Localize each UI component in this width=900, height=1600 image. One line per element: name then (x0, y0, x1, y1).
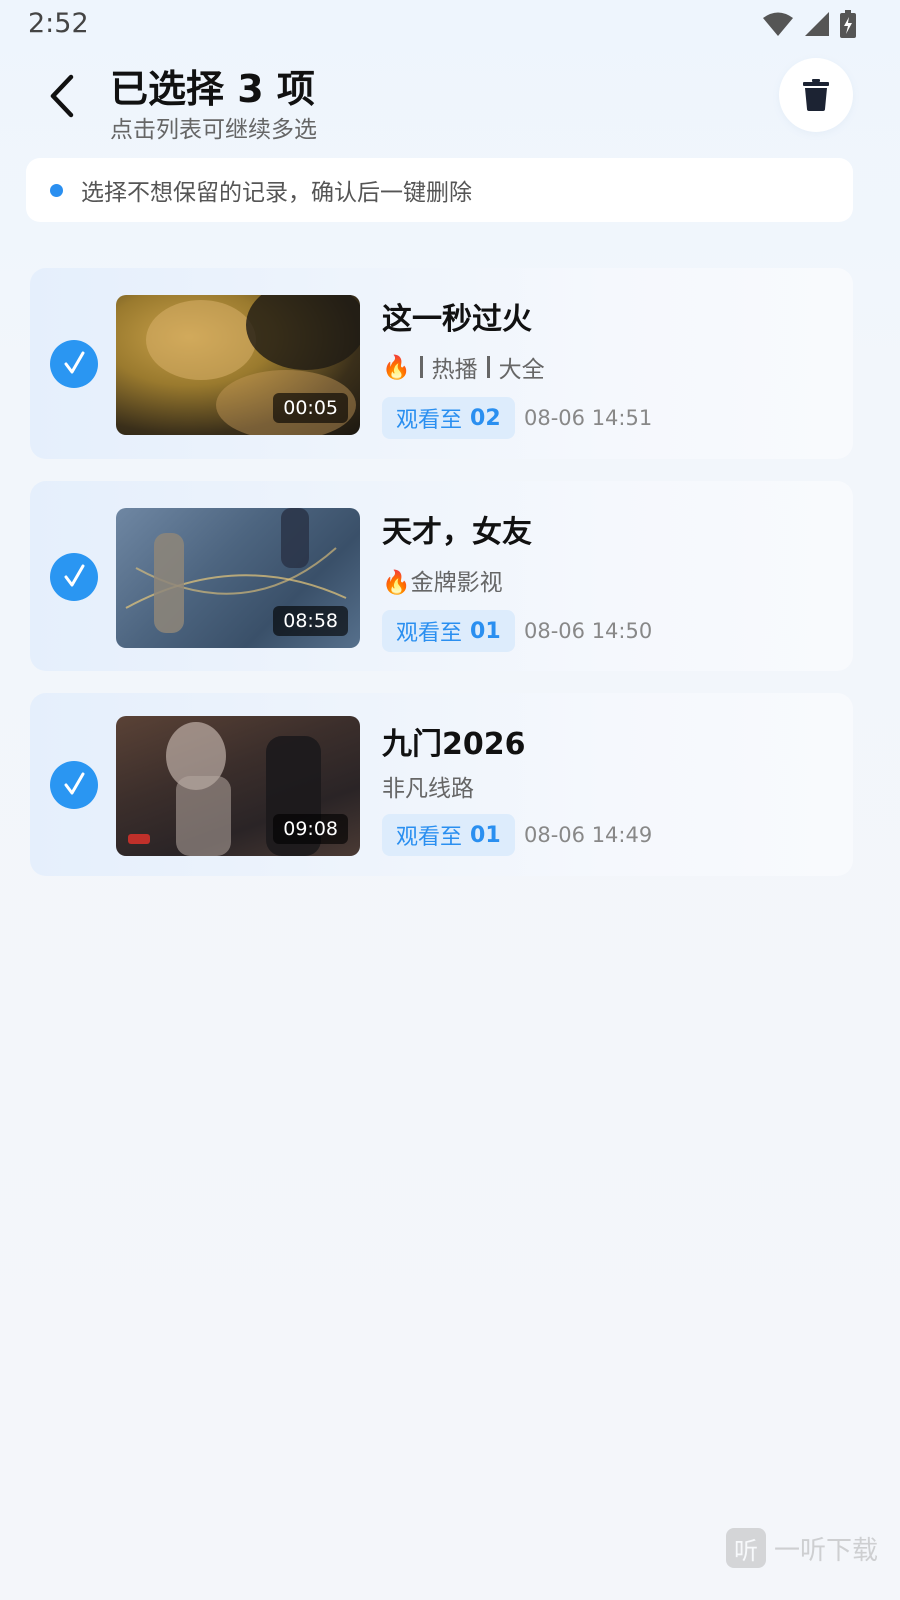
item-title: 九门2026 (382, 727, 526, 762)
tip-dot (50, 183, 63, 197)
meta-tag: 热播 (431, 357, 478, 383)
meta-divider (486, 356, 490, 378)
meta-tag: 大全 (498, 357, 545, 383)
watermark-text: 一听下载 (774, 1535, 879, 1566)
episode-number: 01 (470, 822, 501, 848)
signal-icon (805, 12, 829, 36)
selected-checkbox[interactable] (50, 761, 98, 809)
watch-progress-badge[interactable]: 观看至 01 (382, 814, 515, 856)
watch-timestamp: 08-06 14:51 (524, 406, 653, 430)
wifi-icon (763, 12, 793, 36)
item-title: 天才，女友 (382, 515, 532, 550)
chevron-left-icon (50, 74, 74, 118)
watch-prefix: 观看至 (396, 408, 463, 433)
history-item[interactable]: 08:58 天才，女友 🔥金牌影视 观看至 01 08-06 14:50 (30, 481, 853, 671)
back-button[interactable] (38, 68, 86, 124)
selected-checkbox[interactable] (50, 553, 98, 601)
checkmark-icon (64, 351, 85, 374)
item-meta: 🔥金牌影视 (382, 570, 503, 596)
status-time: 2:52 (28, 8, 89, 39)
watch-progress-badge[interactable]: 观看至 01 (382, 610, 515, 652)
video-duration: 00:05 (273, 393, 348, 423)
trash-icon (803, 79, 829, 111)
episode-number: 01 (470, 618, 501, 644)
delete-button[interactable] (779, 58, 853, 132)
item-meta: 🔥 热播 大全 (382, 350, 545, 384)
episode-number: 02 (470, 405, 501, 431)
page-subtitle: 点击列表可继续多选 (110, 117, 317, 143)
selected-checkbox[interactable] (50, 340, 98, 388)
watch-progress-badge[interactable]: 观看至 02 (382, 397, 515, 439)
checkmark-icon (64, 564, 85, 587)
video-thumbnail: 08:58 (116, 508, 360, 648)
watch-timestamp: 08-06 14:50 (524, 619, 653, 643)
meta-divider (419, 356, 423, 378)
item-title: 这一秒过火 (382, 302, 532, 337)
checkmark-icon (64, 772, 85, 795)
page-title: 已选择 3 项 (110, 67, 315, 111)
watch-timestamp: 08-06 14:49 (524, 823, 653, 847)
watermark: 听 一听下载 (726, 1528, 878, 1568)
video-thumbnail: 09:08 (116, 716, 360, 856)
video-duration: 08:58 (273, 606, 348, 636)
video-thumbnail: 00:05 (116, 295, 360, 435)
fire-icon: 🔥 (382, 354, 411, 381)
tip-text: 选择不想保留的记录，确认后一键删除 (81, 180, 472, 206)
battery-charging-icon (840, 10, 856, 38)
item-meta: 非凡线路 (382, 776, 474, 802)
tip-banner: 选择不想保留的记录，确认后一键删除 (26, 158, 853, 222)
status-bar: 2:52 (0, 0, 900, 50)
watch-prefix: 观看至 (396, 621, 463, 646)
status-icons (762, 10, 856, 38)
watermark-logo-icon: 听 (726, 1528, 766, 1568)
history-item[interactable]: 00:05 这一秒过火 🔥 热播 大全 观看至 02 08-06 14:51 (30, 268, 853, 459)
video-duration: 09:08 (273, 814, 348, 844)
watch-prefix: 观看至 (396, 825, 463, 850)
history-item[interactable]: 09:08 九门2026 非凡线路 观看至 01 08-06 14:49 (30, 693, 853, 876)
